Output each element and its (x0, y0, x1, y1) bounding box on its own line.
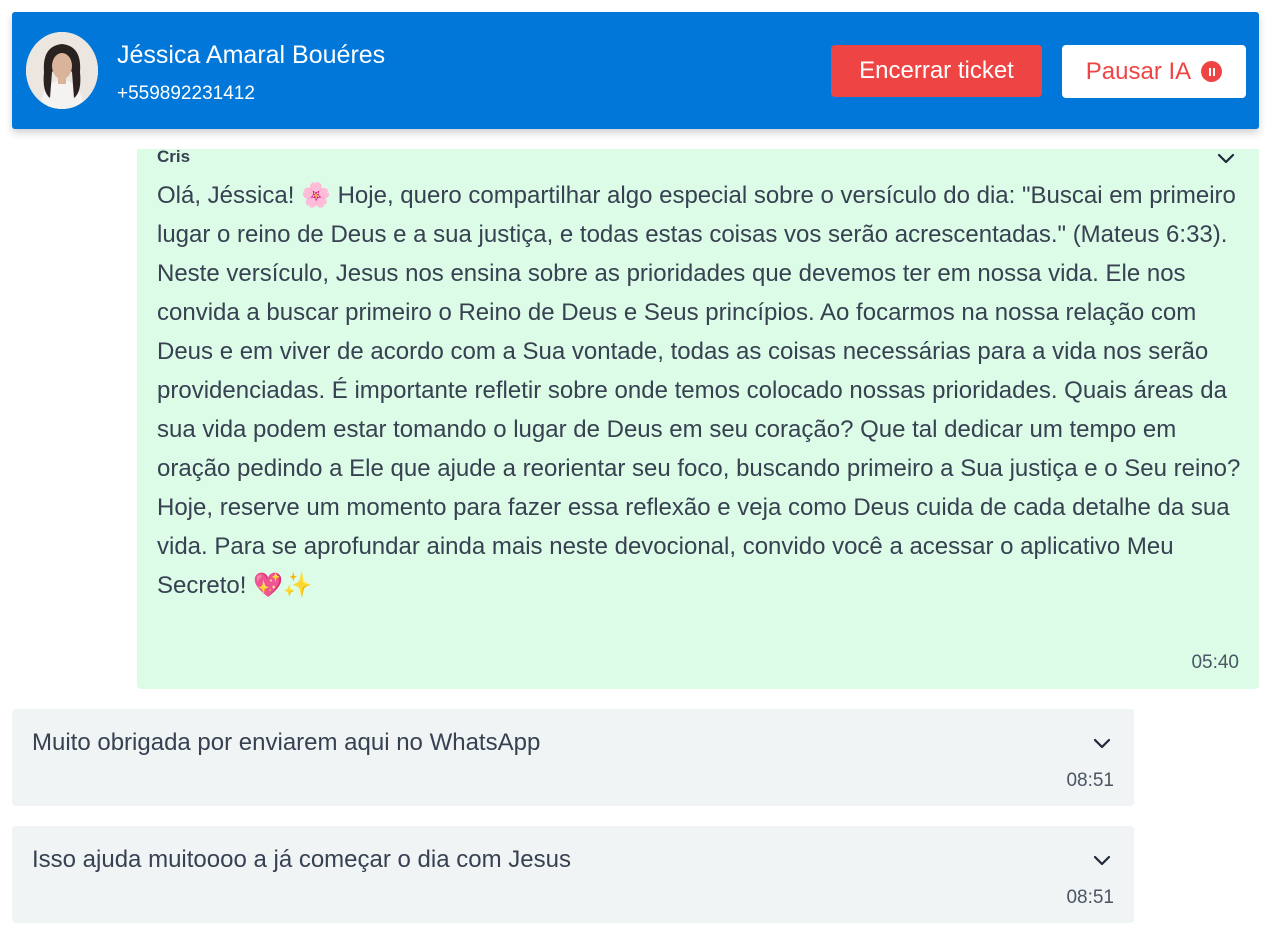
message-time: 08:51 (1066, 770, 1114, 791)
message-text: Muito obrigada por enviarem aqui no What… (32, 729, 541, 756)
message-bubble-incoming: Muito obrigada por enviarem aqui no What… (12, 709, 1134, 806)
contact-name: Jéssica Amaral Bouéres (117, 41, 386, 69)
chat-header: Jéssica Amaral Bouéres +559892231412 Enc… (12, 12, 1259, 129)
contact-phone: +559892231412 (117, 83, 255, 104)
message-time: 05:40 (1191, 652, 1239, 673)
message-bubble-outgoing: Cris Olá, Jéssica! 🌸 Hoje, quero compart… (137, 147, 1259, 689)
chevron-down-icon[interactable] (1092, 736, 1112, 750)
message-bubble-incoming: Isso ajuda muitoooo a já começar o dia c… (12, 826, 1134, 923)
end-ticket-button[interactable]: Encerrar ticket (831, 45, 1042, 97)
message-text: Isso ajuda muitoooo a já começar o dia c… (32, 846, 571, 873)
avatar-photo (26, 32, 98, 109)
message-text: Olá, Jéssica! 🌸 Hoje, quero compartilhar… (157, 182, 1241, 599)
pause-circle-icon (1201, 61, 1223, 82)
chevron-down-icon[interactable] (1092, 853, 1112, 867)
message-sender: Cris (157, 147, 191, 166)
avatar[interactable] (26, 32, 98, 109)
message-time: 08:51 (1066, 887, 1114, 908)
chevron-down-icon[interactable] (1216, 151, 1236, 165)
pause-ai-button[interactable]: Pausar IA (1062, 45, 1246, 98)
pause-ai-label: Pausar IA (1085, 57, 1192, 85)
